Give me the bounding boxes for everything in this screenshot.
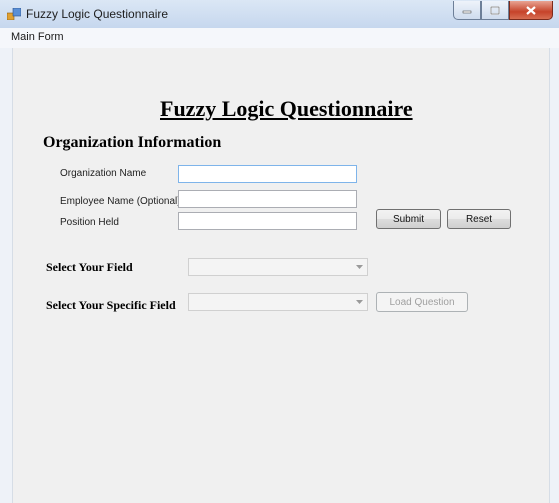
field-select[interactable]: [188, 258, 368, 276]
window-title: Fuzzy Logic Questionnaire: [26, 7, 169, 21]
specific-field-select[interactable]: [188, 293, 368, 311]
submit-button[interactable]: Submit: [376, 209, 441, 229]
menu-bar: Main Form: [0, 28, 559, 48]
position-held-input[interactable]: [178, 212, 357, 230]
chevron-down-icon: [351, 259, 367, 275]
section-title: Organization Information: [43, 134, 222, 151]
maximize-button[interactable]: [481, 1, 509, 20]
app-icon: [7, 8, 21, 20]
position-held-label: Position Held: [60, 217, 119, 228]
organization-name-input[interactable]: [178, 165, 357, 183]
employee-name-label: Employee Name (Optional): [60, 196, 181, 207]
chevron-down-icon: [351, 294, 367, 310]
menu-item-main-form[interactable]: Main Form: [11, 31, 64, 43]
app-window: Fuzzy Logic Questionnaire Main Form Fuzz…: [0, 0, 559, 503]
minimize-button[interactable]: [453, 1, 481, 20]
window-controls: [453, 1, 553, 21]
reset-button[interactable]: Reset: [447, 209, 511, 229]
organization-name-label: Organization Name: [60, 168, 147, 179]
load-question-button[interactable]: Load Question: [376, 292, 468, 312]
window-frame-left: [0, 48, 12, 503]
minimize-icon: [462, 10, 472, 14]
select-specific-field-label: Select Your Specific Field: [46, 298, 176, 312]
employee-name-input[interactable]: [178, 190, 357, 208]
title-bar[interactable]: Fuzzy Logic Questionnaire: [0, 0, 559, 29]
close-button[interactable]: [509, 1, 553, 20]
select-field-label: Select Your Field: [46, 260, 133, 274]
page-title: Fuzzy Logic Questionnaire: [160, 96, 413, 121]
close-icon: [526, 5, 536, 15]
maximize-icon: [490, 5, 500, 15]
